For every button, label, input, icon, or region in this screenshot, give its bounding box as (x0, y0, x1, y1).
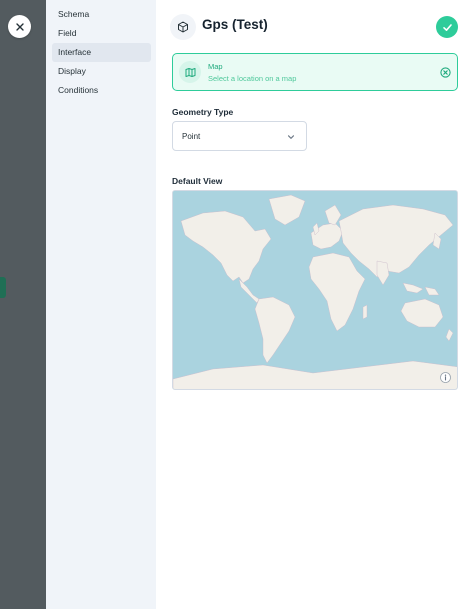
chevron-down-icon (287, 135, 295, 139)
header-icon-badge (170, 14, 196, 40)
default-view-map[interactable] (172, 190, 458, 390)
check-icon (442, 23, 452, 31)
sidebar-item-schema[interactable]: Schema (52, 5, 151, 24)
default-view-label: Default View (172, 176, 223, 186)
page-title: Gps (Test) (202, 17, 268, 32)
info-icon[interactable] (440, 372, 451, 383)
rail-active-marker (0, 277, 6, 298)
close-circle-icon (439, 66, 451, 78)
notice-icon-badge (179, 61, 201, 83)
map-icon (185, 67, 195, 77)
settings-sidebar: Schema Field Interface Display Condition… (46, 0, 156, 609)
close-button[interactable] (8, 15, 31, 38)
notice-title: Map (208, 62, 223, 71)
notice-clear-button[interactable] (439, 66, 451, 78)
main-panel: Gps (Test) Map Select a location on a ma… (156, 0, 474, 609)
sidebar-item-interface[interactable]: Interface (52, 43, 151, 62)
sidebar-item-display[interactable]: Display (52, 62, 151, 81)
selected-interface-notice[interactable]: Map Select a location on a map (172, 53, 458, 91)
close-icon (15, 22, 24, 31)
app-rail (0, 0, 46, 609)
geometry-type-label: Geometry Type (172, 107, 234, 117)
sidebar-item-field[interactable]: Field (52, 24, 151, 43)
world-map[interactable] (173, 191, 458, 390)
geometry-type-select[interactable]: Point (172, 121, 307, 151)
geometry-type-value: Point (182, 132, 201, 141)
cube-icon (178, 21, 188, 33)
sidebar-item-conditions[interactable]: Conditions (52, 81, 151, 100)
notice-subtitle: Select a location on a map (208, 74, 297, 83)
save-button[interactable] (436, 16, 458, 38)
